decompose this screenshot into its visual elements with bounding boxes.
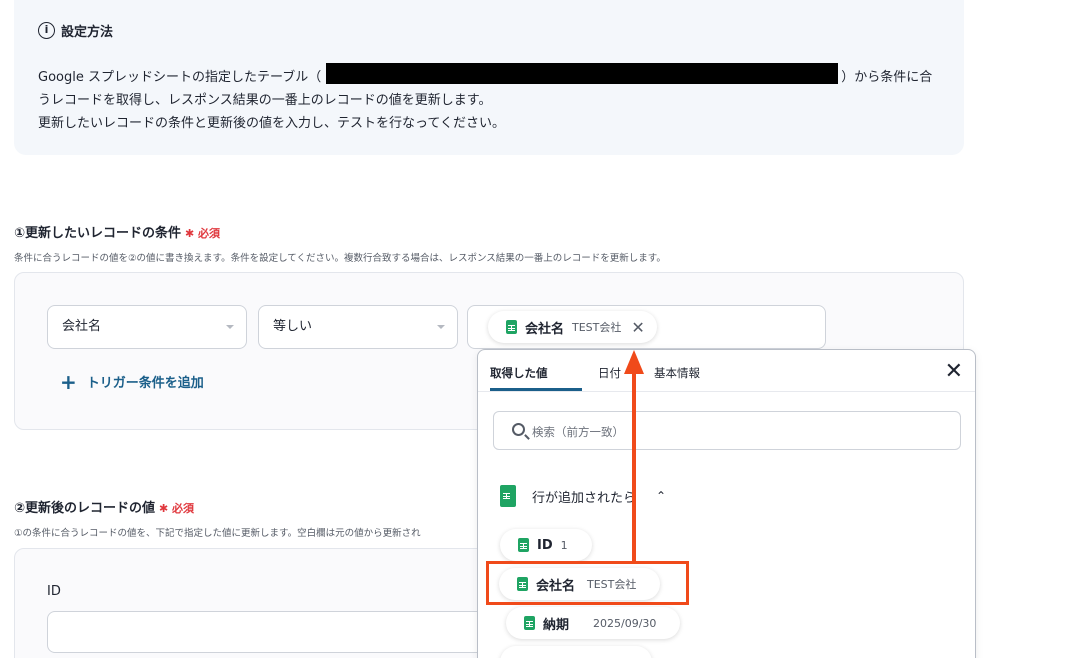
search-input[interactable]: 検索（前方一致） <box>493 411 961 450</box>
spreadsheet-icon <box>518 538 529 552</box>
add-trigger-button[interactable]: + トリガー条件を追加 <box>60 369 204 394</box>
info-title-text: 設定方法 <box>61 25 114 40</box>
section2-title-text: ②更新後のレコードの値 <box>14 501 156 516</box>
info-line-1-post: ）から条件に合 <box>841 70 933 85</box>
required-badge: ✱ 必須 <box>159 502 195 515</box>
arrow-head <box>624 350 644 374</box>
arrow-up-icon <box>632 372 636 561</box>
close-icon[interactable]: ✕ <box>945 360 963 384</box>
tab-acquired-values[interactable]: 取得した値 <box>490 365 548 381</box>
operator-select[interactable]: 等しい <box>258 305 458 349</box>
item-value: 2025/09/30 <box>593 616 657 630</box>
tab-divider <box>478 391 975 392</box>
redacted-block <box>326 63 838 84</box>
section2-title: ②更新後のレコードの値 ✱ 必須 <box>14 497 194 516</box>
info-line-2: うレコードを取得し、レスポンス結果の一番上のレコードの値を更新します。 <box>38 93 492 108</box>
tab-basic-info[interactable]: 基本情報 <box>654 365 700 381</box>
chevron-down-icon <box>226 325 234 329</box>
item-label: ID <box>537 537 553 553</box>
section1-title: ①更新したいレコードの条件 ✱ 必須 <box>14 222 220 241</box>
required-badge: ✱ 必須 <box>185 227 221 240</box>
section1-title-text: ①更新したいレコードの条件 <box>14 226 182 241</box>
spreadsheet-icon <box>524 616 535 630</box>
info-line-1-pre: Google スプレッドシートの指定したテーブル（ <box>38 70 322 85</box>
plus-icon: + <box>60 369 77 394</box>
operator-select-value: 等しい <box>273 319 313 334</box>
info-line-3: 更新したいレコードの条件と更新後の値を入力し、テストを行なってください。 <box>38 116 505 131</box>
list-item-deadline[interactable]: 納期 2025/09/30 <box>506 607 681 639</box>
search-placeholder: 検索（前方一致） <box>532 425 624 439</box>
id-input[interactable] <box>47 611 487 653</box>
section2-description: ①の条件に合うレコードの値を、下記で指定した値に更新します。空白欄は元の値から更… <box>14 528 421 539</box>
chevron-up-icon: ⌃ <box>656 489 667 503</box>
section1-description: 条件に合うレコードの値を②の値に書き換えます。条件を設定してください。複数行合致… <box>14 253 666 264</box>
search-icon <box>512 423 525 436</box>
item-value: 1 <box>560 538 568 552</box>
spreadsheet-icon <box>500 485 516 507</box>
tab-date[interactable]: 日付 <box>598 365 621 381</box>
info-icon: i <box>38 22 55 39</box>
close-icon[interactable]: ✕ <box>631 318 644 337</box>
value-chip[interactable]: 会社名 TEST会社 ✕ <box>488 311 657 343</box>
group-label: 行が追加されたら <box>532 490 637 506</box>
field-select[interactable]: 会社名 <box>47 305 247 349</box>
item-label: 納期 <box>543 617 570 633</box>
field-select-value: 会社名 <box>62 319 102 334</box>
list-item-id[interactable]: ID 1 <box>500 529 592 561</box>
id-label: ID <box>47 584 61 599</box>
info-title: i 設定方法 <box>38 21 113 40</box>
chevron-down-icon <box>437 325 445 329</box>
spreadsheet-icon <box>506 320 517 334</box>
group-header[interactable]: 行が追加されたら ⌃ <box>500 485 666 507</box>
value-chip-value: TEST会社 <box>572 321 622 334</box>
list-item-more[interactable] <box>500 646 652 658</box>
highlight-box <box>486 561 689 605</box>
value-chip-label: 会社名 <box>525 321 565 337</box>
add-trigger-label: トリガー条件を追加 <box>86 376 204 391</box>
